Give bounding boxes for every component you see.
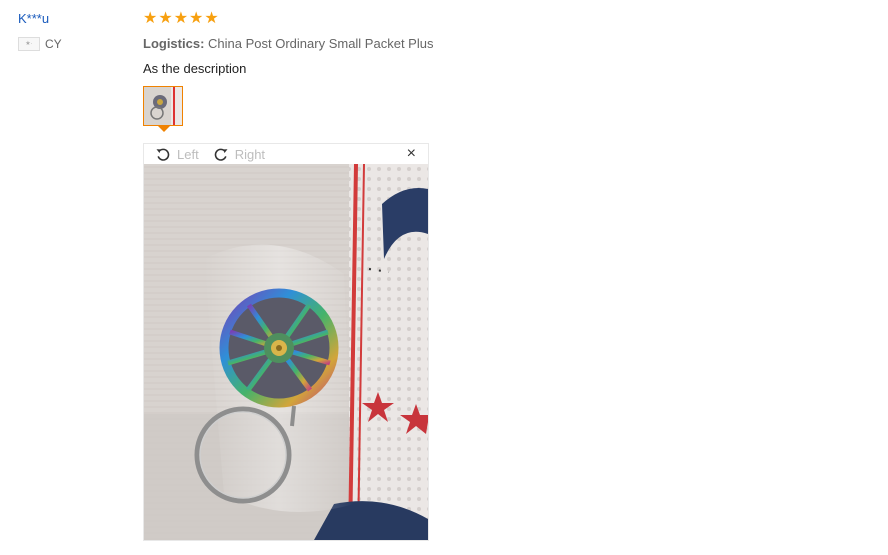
rotate-left-label: Left [177, 146, 199, 162]
logistics-info: Logistics: China Post Ordinary Small Pac… [143, 35, 863, 53]
star-icon: ★ [143, 10, 158, 27]
logistics-label: Logistics: [143, 36, 205, 51]
reviewer-info: K***u ★· CY [18, 10, 138, 51]
review-photo [144, 164, 428, 540]
star-icon: ★ [158, 10, 173, 27]
reviewer-country: ★· CY [18, 37, 138, 51]
photo-viewer-toolbar: Left Right × [144, 144, 428, 164]
rotate-left-icon [156, 148, 170, 161]
rotate-left-button[interactable]: Left [155, 146, 199, 162]
close-icon[interactable]: × [407, 145, 416, 163]
star-rating: ★ ★ ★ ★ ★ [143, 10, 863, 28]
review-content: ★ ★ ★ ★ ★ Logistics: China Post Ordinary… [143, 10, 863, 78]
review-text: As the description [143, 61, 247, 76]
rotate-right-button[interactable]: Right [213, 146, 265, 162]
star-icon: ★ [173, 10, 189, 27]
rotate-right-icon [214, 148, 228, 161]
country-code: CY [45, 37, 62, 51]
photo-viewer: Left Right × [143, 143, 429, 541]
star-icon: ★ [189, 10, 204, 27]
reviewer-name[interactable]: K***u [18, 10, 138, 28]
star-icon: ★ [204, 10, 219, 27]
rotate-right-label: Right [234, 146, 266, 162]
country-flag-icon: ★· [18, 37, 40, 51]
thumbnail-image [144, 87, 182, 125]
thumbnail-active-indicator [158, 126, 170, 132]
review-photo-thumbnail[interactable] [143, 86, 183, 126]
logistics-value: China Post Ordinary Small Packet Plus [208, 36, 434, 51]
